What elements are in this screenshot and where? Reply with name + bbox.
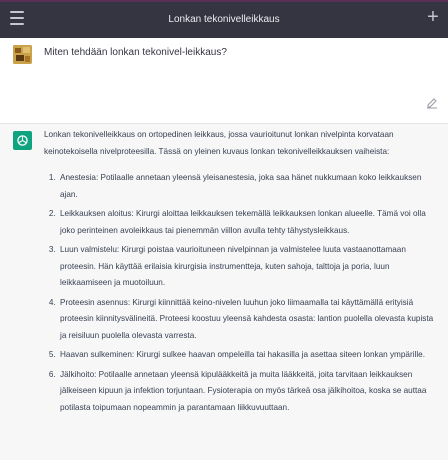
chat-title: Lonkan tekonivelleikkaus xyxy=(168,13,280,25)
top-accent-line xyxy=(0,0,448,2)
hamburger-icon[interactable] xyxy=(10,11,24,25)
list-item: Leikkauksen aloitus: Kirurgi aloittaa le… xyxy=(58,206,436,239)
openai-logo-icon xyxy=(13,131,32,150)
assistant-message-content: Lonkan tekonivelleikkaus on ortopedinen … xyxy=(44,127,436,419)
top-bar: Lonkan tekonivelleikkaus + xyxy=(0,0,448,38)
list-item: Luun valmistelu: Kirurgi poistaa vaurioi… xyxy=(58,242,436,292)
plus-icon[interactable]: + xyxy=(424,6,442,28)
list-item: Anestesia: Potilaalle annetaan yleensä y… xyxy=(58,170,436,203)
user-avatar xyxy=(13,45,32,64)
edit-icon[interactable] xyxy=(426,96,438,109)
steps-list: Anestesia: Potilaalle annetaan yleensä y… xyxy=(44,170,436,416)
user-message-text: Miten tehdään lonkan tekonivel-leikkaus? xyxy=(44,47,227,58)
answer-intro: Lonkan tekonivelleikkaus on ortopedinen … xyxy=(44,130,394,156)
assistant-message: Lonkan tekonivelleikkaus on ortopedinen … xyxy=(0,124,448,460)
list-item: Haavan sulkeminen: Kirurgi sulkee haavan… xyxy=(58,347,436,364)
list-item: Proteesin asennus: Kirurgi kiinnittää ke… xyxy=(58,295,436,345)
list-item: Jälkihoito: Potilaalle annetaan yleensä … xyxy=(58,367,436,417)
user-message: Miten tehdään lonkan tekonivel-leikkaus? xyxy=(0,38,448,124)
